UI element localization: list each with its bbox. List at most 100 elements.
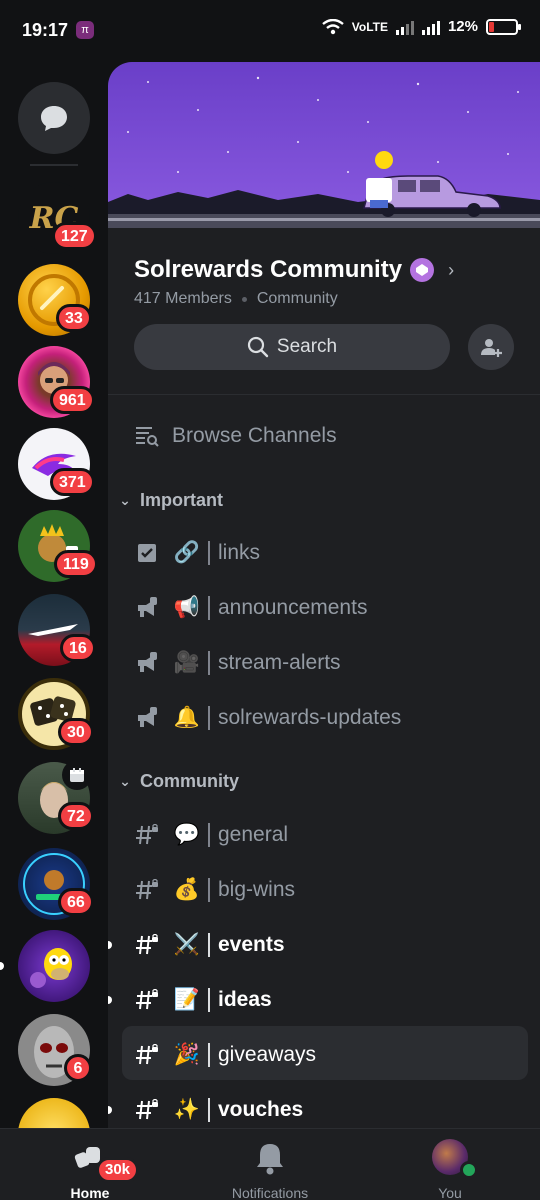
channel-name: links xyxy=(218,541,261,564)
mention-badge: 371 xyxy=(50,468,95,496)
channel-emoji: 📢 xyxy=(173,596,201,619)
server-banner[interactable] xyxy=(108,62,540,228)
category-important[interactable]: ⌄ Important xyxy=(118,485,223,515)
channel-announcements[interactable]: 📢 announcements xyxy=(134,588,367,628)
invite-members-button[interactable] xyxy=(468,324,514,370)
channel-stream-alerts[interactable]: 🎥 stream-alerts xyxy=(134,643,341,683)
channel-name: vouches xyxy=(218,1098,304,1121)
server-type: Community xyxy=(256,290,338,307)
tab-notifications[interactable]: Notifications xyxy=(180,1129,360,1200)
search-button[interactable]: Search xyxy=(134,324,450,370)
channel-divider-bar xyxy=(208,988,210,1012)
search-label: Search xyxy=(276,336,338,357)
channel-divider-bar xyxy=(208,706,210,730)
channel-general[interactable]: 💬 general xyxy=(134,815,288,855)
channel-events[interactable]: ⚔️ events xyxy=(134,925,285,965)
tab-label: Home xyxy=(70,1185,110,1200)
locked-text-channel-icon xyxy=(134,1099,160,1121)
server-icon-portrait[interactable]: 72 xyxy=(18,760,94,834)
server-icon-dice[interactable]: 30 xyxy=(18,678,94,750)
browse-channels-button[interactable]: Browse Channels xyxy=(134,416,337,456)
mention-badge: 33 xyxy=(56,304,92,332)
server-icon-redlogo[interactable]: 16 xyxy=(18,594,96,666)
channel-solrewards-updates[interactable]: 🔔 solrewards-updates xyxy=(134,698,401,738)
channel-vouches[interactable]: ✨ vouches xyxy=(134,1090,303,1128)
server-icon-gold[interactable] xyxy=(18,1098,90,1128)
tab-home[interactable]: 30k Home xyxy=(0,1129,180,1200)
server-rail: RC 127 33 961 371 119 16 30 72 66 6 xyxy=(0,62,108,1128)
server-icon-mask[interactable]: 6 xyxy=(18,1014,92,1086)
locked-text-channel-icon xyxy=(134,989,160,1011)
locked-text-channel-icon xyxy=(134,824,160,846)
rail-divider xyxy=(30,164,78,166)
server-icon-pink[interactable]: 961 xyxy=(18,346,95,418)
channel-emoji: 💰 xyxy=(173,878,201,901)
signal-icon xyxy=(395,19,414,35)
channel-divider-bar xyxy=(208,1098,210,1122)
bottom-navigation: 30k Home Notifications You xyxy=(0,1128,540,1200)
unread-indicator xyxy=(108,1106,112,1114)
unread-indicator xyxy=(108,941,112,949)
server-icon-rc[interactable]: RC 127 xyxy=(18,182,97,254)
clock: 19:17 xyxy=(22,20,69,40)
chevron-right-icon: › xyxy=(448,259,455,280)
channel-giveaways[interactable]: 🎉 giveaways xyxy=(134,1035,316,1075)
pi-app-icon: π xyxy=(76,21,94,39)
divider xyxy=(108,394,540,395)
channel-emoji: 🔗 xyxy=(173,541,201,564)
tab-you[interactable]: You xyxy=(360,1129,540,1200)
channel-emoji: 🎉 xyxy=(173,1043,201,1066)
category-label: Community xyxy=(140,770,239,791)
server-icon-eagle[interactable]: 371 xyxy=(18,428,95,500)
announcement-channel-icon xyxy=(134,707,160,729)
server-icon-king[interactable]: 119 xyxy=(18,510,98,582)
channel-name: solrewards-updates xyxy=(218,706,402,729)
mention-badge: 72 xyxy=(58,802,94,830)
channel-big-wins[interactable]: 💰 big-wins xyxy=(134,870,295,910)
channel-name: general xyxy=(218,823,289,846)
channel-links[interactable]: 🔗 links xyxy=(134,533,260,573)
locked-text-channel-icon xyxy=(134,934,160,956)
online-status-dot xyxy=(460,1161,478,1179)
server-icon-homer[interactable] xyxy=(0,930,90,1002)
server-header[interactable]: Solrewards Community › xyxy=(134,256,454,284)
channel-divider-bar xyxy=(208,933,210,957)
server-icon-coin[interactable]: 33 xyxy=(18,264,92,336)
channel-emoji: ✨ xyxy=(173,1098,201,1121)
channel-divider-bar xyxy=(208,878,210,902)
channel-emoji: 🎥 xyxy=(173,651,201,674)
channel-emoji: ⚔️ xyxy=(173,933,201,956)
channel-divider-bar xyxy=(208,1043,210,1067)
rules-channel-icon xyxy=(134,542,160,564)
battery-percent: 12% xyxy=(447,18,478,35)
channel-ideas[interactable]: 📝 ideas xyxy=(134,980,272,1020)
browse-channels-icon xyxy=(134,425,160,447)
server-icon-neon[interactable]: 66 xyxy=(18,848,94,920)
unread-indicator xyxy=(108,996,112,1004)
category-community[interactable]: ⌄ Community xyxy=(118,766,239,796)
server-meta: 417 Members Community xyxy=(134,290,338,308)
signal-icon-2 xyxy=(421,19,440,35)
mention-badge: 119 xyxy=(54,550,98,578)
meta-separator xyxy=(241,296,247,302)
status-icons: VoLTE 12% xyxy=(322,18,521,35)
volte-indicator: VoLTE xyxy=(351,19,388,34)
announcement-channel-icon xyxy=(134,597,160,619)
mention-badge: 6 xyxy=(64,1054,92,1082)
bell-icon xyxy=(257,1144,283,1175)
wifi-icon xyxy=(322,18,344,34)
locked-text-channel-icon xyxy=(134,1044,160,1066)
search-icon xyxy=(247,336,269,358)
channel-name: events xyxy=(218,933,285,956)
member-count: 417 Members xyxy=(134,290,232,307)
chevron-down-icon: ⌄ xyxy=(119,491,131,508)
channel-name: giveaways xyxy=(218,1043,317,1066)
event-calendar-icon xyxy=(62,760,92,790)
mention-badge: 16 xyxy=(60,634,96,662)
channel-divider-bar xyxy=(208,541,210,565)
direct-messages-button[interactable] xyxy=(18,82,90,154)
status-bar: 19:17 π VoLTE 12% xyxy=(0,0,540,62)
channel-name: ideas xyxy=(218,988,272,1011)
announcement-channel-icon xyxy=(134,652,160,674)
home-unread-badge: 30k xyxy=(96,1157,140,1183)
